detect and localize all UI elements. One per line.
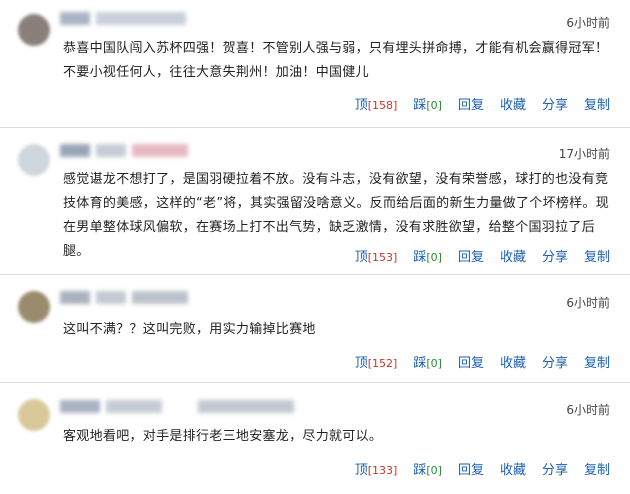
downvote-button[interactable]: 踩[0] — [413, 459, 442, 478]
upvote-count: [153] — [367, 251, 398, 264]
upvote-button[interactable]: 顶[153] — [355, 246, 398, 265]
reply-button[interactable]: 回复 — [458, 94, 484, 113]
copy-button[interactable]: 复制 — [584, 459, 610, 478]
share-button[interactable]: 分享 — [542, 352, 568, 371]
upvote-label: 顶 — [354, 463, 368, 478]
downvote-count: [0] — [426, 357, 442, 370]
upvote-count: [133] — [367, 464, 398, 477]
username-blurred[interactable] — [60, 144, 194, 157]
comment-text: 恭喜中国队闯入苏杯四强！贺喜！不管别人强与弱，只有埋头拼命搏，才能有机会赢得冠军… — [63, 41, 609, 80]
upvote-label: 顶 — [354, 356, 368, 371]
copy-button[interactable]: 复制 — [584, 352, 610, 371]
reply-button[interactable]: 回复 — [458, 459, 484, 478]
downvote-label: 踩 — [413, 250, 427, 265]
downvote-count: [0] — [426, 464, 442, 477]
avatar[interactable] — [18, 144, 50, 176]
comment-item: 6小时前 客观地看吧，对手是排行老三地安塞龙，尽力就可以。 顶[133] 踩[0… — [0, 383, 630, 494]
avatar[interactable] — [18, 291, 50, 323]
comment-actions: 顶[152] 踩[0] 回复 收藏 分享 复制 — [355, 352, 610, 371]
comment-actions: 顶[158] 踩[0] 回复 收藏 分享 复制 — [355, 94, 610, 113]
comment-list: 6小时前 恭喜中国队闯入苏杯四强！贺喜！不管别人强与弱，只有埋头拼命搏，才能有机… — [0, 0, 630, 494]
avatar[interactable] — [18, 399, 50, 431]
comment-time: 6小时前 — [566, 403, 610, 417]
favorite-button[interactable]: 收藏 — [500, 94, 526, 113]
downvote-button[interactable]: 踩[0] — [413, 246, 442, 265]
username-blurred[interactable] — [60, 12, 192, 25]
upvote-button[interactable]: 顶[152] — [355, 352, 398, 371]
username-blurred[interactable] — [60, 291, 194, 304]
downvote-count: [0] — [426, 99, 442, 112]
comment-time: 6小时前 — [566, 16, 610, 30]
comment-item: 6小时前 恭喜中国队闯入苏杯四强！贺喜！不管别人强与弱，只有埋头拼命搏，才能有机… — [0, 0, 630, 128]
reply-button[interactable]: 回复 — [458, 352, 484, 371]
upvote-label: 顶 — [354, 98, 368, 113]
downvote-label: 踩 — [413, 463, 427, 478]
share-button[interactable]: 分享 — [542, 94, 568, 113]
favorite-button[interactable]: 收藏 — [500, 459, 526, 478]
comment-actions: 顶[153] 踩[0] 回复 收藏 分享 复制 — [355, 246, 610, 265]
copy-button[interactable]: 复制 — [584, 94, 610, 113]
downvote-button[interactable]: 踩[0] — [413, 94, 442, 113]
downvote-count: [0] — [426, 251, 442, 264]
comment-item: 17小时前 感觉谌龙不想打了，是国羽硬拉着不放。没有斗志，没有欲望，没有荣誉感，… — [0, 128, 630, 275]
avatar[interactable] — [18, 14, 50, 46]
copy-button[interactable]: 复制 — [584, 246, 610, 265]
comment-time: 17小时前 — [558, 147, 610, 161]
upvote-count: [158] — [367, 99, 398, 112]
downvote-label: 踩 — [413, 98, 427, 113]
share-button[interactable]: 分享 — [542, 459, 568, 478]
share-button[interactable]: 分享 — [542, 246, 568, 265]
downvote-label: 踩 — [413, 356, 427, 371]
favorite-button[interactable]: 收藏 — [500, 246, 526, 265]
upvote-button[interactable]: 顶[158] — [355, 94, 398, 113]
reply-button[interactable]: 回复 — [458, 246, 484, 265]
comment-actions: 顶[133] 踩[0] 回复 收藏 分享 复制 — [355, 459, 610, 478]
username-blurred[interactable] — [60, 400, 300, 413]
upvote-label: 顶 — [354, 250, 368, 265]
comment-text: 客观地看吧，对手是排行老三地安塞龙，尽力就可以。 — [63, 429, 383, 444]
comment-item: 6小时前 这叫不满？？这叫完败，用实力输掉比赛地 顶[152] 踩[0] 回复 … — [0, 275, 630, 383]
upvote-button[interactable]: 顶[133] — [355, 459, 398, 478]
comment-time: 6小时前 — [566, 296, 610, 310]
favorite-button[interactable]: 收藏 — [500, 352, 526, 371]
upvote-count: [152] — [367, 357, 398, 370]
comment-text: 这叫不满？？这叫完败，用实力输掉比赛地 — [63, 322, 316, 337]
downvote-button[interactable]: 踩[0] — [413, 352, 442, 371]
